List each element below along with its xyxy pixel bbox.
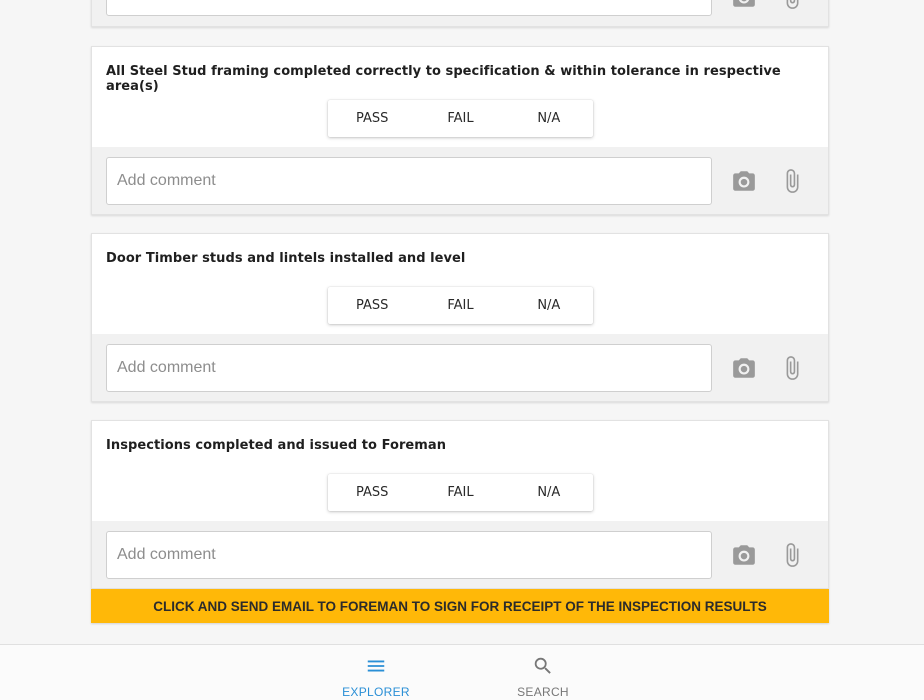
pass-fail-na-toggle: PASS FAIL N/A (328, 287, 593, 324)
checklist-card: Door Timber studs and lintels installed … (91, 233, 829, 402)
comment-input[interactable] (106, 157, 712, 205)
nav-search-label: SEARCH (517, 685, 569, 699)
pass-fail-na-toggle: PASS FAIL N/A (328, 100, 593, 137)
na-button[interactable]: N/A (505, 287, 593, 324)
send-email-button[interactable]: CLICK AND SEND EMAIL TO FOREMAN TO SIGN … (91, 589, 829, 623)
camera-icon[interactable] (730, 167, 758, 195)
question-area: Inspections completed and issued to Fore… (92, 421, 828, 521)
search-icon (532, 655, 554, 682)
checklist-card: All Steel Stud framing completed correct… (91, 46, 829, 215)
nav-explorer[interactable]: EXPLORER (316, 645, 436, 700)
question-text: Door Timber studs and lintels installed … (106, 251, 466, 266)
comment-input[interactable] (106, 0, 712, 16)
camera-icon[interactable] (730, 0, 758, 11)
question-area: All Steel Stud framing completed correct… (92, 47, 828, 147)
checklist-card-partial (91, 0, 829, 27)
menu-icon (365, 655, 387, 682)
comment-input[interactable] (106, 531, 712, 579)
fail-button[interactable]: FAIL (416, 100, 504, 137)
fail-button[interactable]: FAIL (416, 287, 504, 324)
question-text: All Steel Stud framing completed correct… (106, 64, 781, 94)
question-text: Inspections completed and issued to Fore… (106, 438, 447, 453)
comment-row (92, 334, 828, 401)
paperclip-icon[interactable] (778, 541, 806, 569)
paperclip-icon[interactable] (778, 167, 806, 195)
pass-button[interactable]: PASS (328, 100, 416, 137)
pass-button[interactable]: PASS (328, 474, 416, 511)
checklist-card: Inspections completed and issued to Fore… (91, 420, 829, 589)
camera-icon[interactable] (730, 541, 758, 569)
camera-icon[interactable] (730, 354, 758, 382)
comment-row (92, 0, 828, 26)
na-button[interactable]: N/A (505, 100, 593, 137)
comment-row (92, 147, 828, 214)
na-button[interactable]: N/A (505, 474, 593, 511)
bottom-navigation: EXPLORER SEARCH (0, 644, 924, 700)
paperclip-icon[interactable] (778, 354, 806, 382)
pass-fail-na-toggle: PASS FAIL N/A (328, 474, 593, 511)
nav-explorer-label: EXPLORER (342, 685, 410, 699)
comment-row (92, 521, 828, 588)
question-area: Door Timber studs and lintels installed … (92, 234, 828, 334)
comment-input[interactable] (106, 344, 712, 392)
nav-search[interactable]: SEARCH (483, 645, 603, 700)
pass-button[interactable]: PASS (328, 287, 416, 324)
paperclip-icon[interactable] (778, 0, 806, 11)
fail-button[interactable]: FAIL (416, 474, 504, 511)
